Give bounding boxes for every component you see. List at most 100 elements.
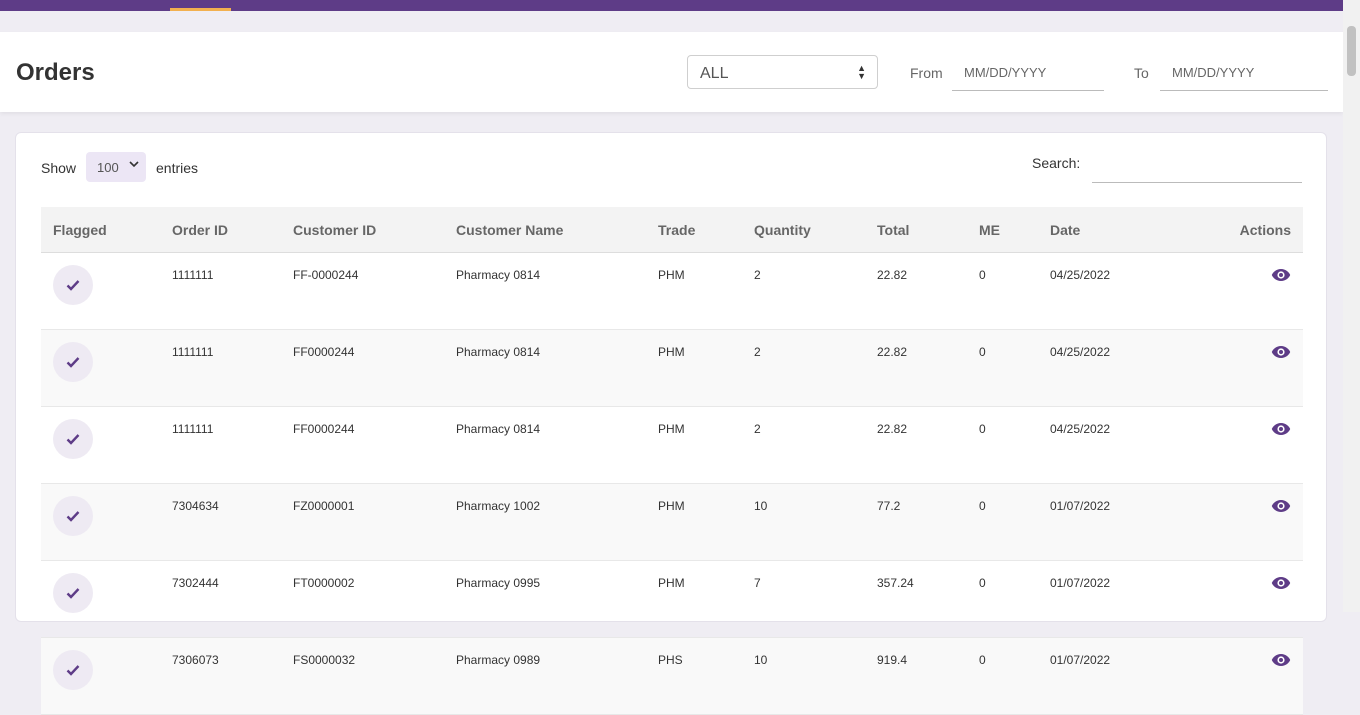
quantity-cell: 2 [742,329,865,407]
me-value: 0 [979,422,986,436]
customer-name-cell: Pharmacy 0814 [444,406,646,484]
trade-cell: PHM [646,406,742,484]
flag-toggle-button[interactable] [53,573,93,613]
quantity-value: 10 [754,653,768,667]
trade-value: PHM [658,422,685,436]
view-order-button[interactable] [1271,422,1291,436]
column-header-date[interactable]: Date [1038,207,1168,253]
quantity-cell: 2 [742,406,865,484]
customer-name-cell: Pharmacy 0814 [444,329,646,407]
order-id-value: 7302444 [172,576,219,590]
column-header-trade[interactable]: Trade [646,207,742,253]
quantity-value: 10 [754,499,768,513]
actions-cell [1168,560,1303,638]
total-cell: 357.24 [865,560,967,638]
customer-id-cell: FF0000244 [281,406,444,484]
flagged-cell [41,406,160,484]
date-value: 04/25/2022 [1050,422,1111,436]
orders-table: Flagged Order ID Customer ID Customer Na… [41,207,1303,715]
customer-id-cell: FF-0000244 [281,252,444,330]
date-value: 04/25/2022 [1050,345,1111,359]
order-id-cell: 7304634 [160,483,281,561]
column-header-customer-name[interactable]: Customer Name [444,207,646,253]
flag-toggle-button[interactable] [53,496,93,536]
trade-value: PHM [658,268,685,282]
column-header-flagged[interactable]: Flagged [41,207,160,253]
me-cell: 0 [967,637,1038,715]
customer-id-value: FF0000244 [293,345,355,359]
column-header-quantity[interactable]: Quantity [742,207,865,253]
actions-cell [1168,406,1303,484]
flagged-cell [41,637,160,715]
quantity-cell: 7 [742,560,865,638]
quantity-value: 7 [754,576,761,590]
flagged-cell [41,329,160,407]
top-nav-bar [0,0,1343,11]
quantity-value: 2 [754,268,761,282]
flag-toggle-button[interactable] [53,265,93,305]
total-cell: 77.2 [865,483,967,561]
customer-id-cell: FF0000244 [281,329,444,407]
flag-toggle-button[interactable] [53,650,93,690]
page-scrollbar[interactable] [1343,0,1360,612]
check-icon [66,434,80,445]
total-value: 357.24 [877,576,914,590]
me-value: 0 [979,499,986,513]
customer-id-cell: FS0000032 [281,637,444,715]
check-icon [66,280,80,291]
status-filter-select[interactable]: ALL ▲ ▼ [687,55,878,89]
page-length-select[interactable]: 100 [86,152,146,182]
order-id-cell: 7302444 [160,560,281,638]
customer-id-value: FS0000032 [293,653,356,667]
order-id-value: 1111111 [172,345,214,359]
total-cell: 22.82 [865,406,967,484]
customer-name-value: Pharmacy 1002 [456,499,541,513]
view-order-button[interactable] [1271,345,1291,359]
view-order-button[interactable] [1271,268,1291,282]
customer-id-value: FF0000244 [293,422,355,436]
trade-cell: PHM [646,252,742,330]
view-order-button[interactable] [1271,653,1291,667]
me-value: 0 [979,653,986,667]
view-order-button[interactable] [1271,576,1291,590]
date-cell: 04/25/2022 [1038,252,1168,330]
view-order-button[interactable] [1271,499,1291,513]
trade-value: PHS [658,653,683,667]
customer-name-value: Pharmacy 0995 [456,576,541,590]
from-date-input[interactable] [952,55,1104,91]
search-input[interactable] [1092,147,1302,183]
date-value: 01/07/2022 [1050,653,1111,667]
customer-name-value: Pharmacy 0814 [456,345,541,359]
date-cell: 04/25/2022 [1038,329,1168,407]
column-header-me[interactable]: ME [967,207,1038,253]
quantity-cell: 10 [742,637,865,715]
actions-cell [1168,329,1303,407]
table-row: 7302444 FT0000002 Pharmacy 0995 PHM 7 357.24 0… [41,560,1303,638]
column-header-actions: Actions [1168,207,1303,253]
trade-value: PHM [658,576,685,590]
order-id-cell: 1111111 [160,252,281,330]
quantity-cell: 10 [742,483,865,561]
me-cell: 0 [967,329,1038,407]
scrollbar-thumb[interactable] [1347,26,1356,76]
flag-toggle-button[interactable] [53,419,93,459]
trade-value: PHM [658,345,685,359]
customer-name-value: Pharmacy 0989 [456,653,541,667]
orders-table-card: Show 100 entries Search: Flagged Order I… [15,132,1327,715]
chevron-down-icon [129,161,139,168]
actions-cell [1168,252,1303,330]
to-date-input[interactable] [1160,55,1328,91]
total-value: 22.82 [877,422,908,436]
total-cell: 919.4 [865,637,967,715]
column-header-total[interactable]: Total [865,207,967,253]
date-cell: 01/07/2022 [1038,483,1168,561]
customer-name-cell: Pharmacy 0989 [444,637,646,715]
column-header-order-id[interactable]: Order ID [160,207,281,253]
date-cell: 01/07/2022 [1038,637,1168,715]
table-row: 7304634 FZ0000001 Pharmacy 1002 PHM 10 77.2 0 0… [41,483,1303,561]
column-header-customer-id[interactable]: Customer ID [281,207,444,253]
total-value: 77.2 [877,499,901,513]
order-id-cell: 7306073 [160,637,281,715]
flag-toggle-button[interactable] [53,342,93,382]
me-cell: 0 [967,560,1038,638]
